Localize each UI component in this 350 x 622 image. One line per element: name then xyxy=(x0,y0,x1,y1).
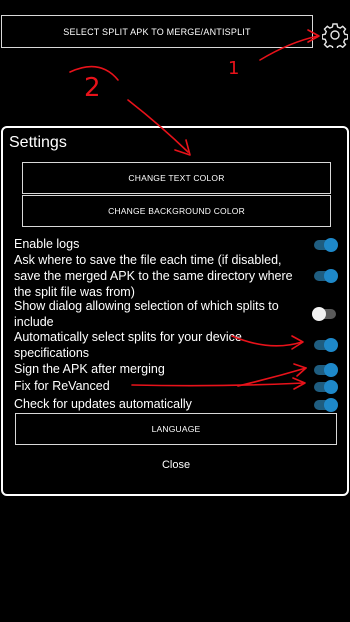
setting-enable-logs[interactable]: Enable logs xyxy=(14,236,344,252)
change-text-color-button[interactable]: CHANGE TEXT COLOR xyxy=(22,162,331,194)
dialog-title: Settings xyxy=(9,134,67,151)
toggle-switch[interactable] xyxy=(312,307,336,321)
toggle-switch[interactable] xyxy=(314,338,338,352)
toggle-switch[interactable] xyxy=(314,380,338,394)
annotation-stroke xyxy=(69,65,119,81)
change-background-color-button[interactable]: CHANGE BACKGROUND COLOR xyxy=(22,195,331,227)
annotation-label-2: 2 xyxy=(84,73,101,103)
setting-label: Fix for ReVanced xyxy=(14,379,110,393)
setting-sign-apk[interactable]: Sign the APK after merging xyxy=(14,361,344,377)
setting-label: Check for updates automatically xyxy=(14,397,192,411)
toggle-switch[interactable] xyxy=(314,269,338,283)
setting-fix-revanced[interactable]: Fix for ReVanced xyxy=(14,378,344,394)
language-button[interactable]: LANGUAGE xyxy=(15,413,337,445)
annotation-label-1: 1 xyxy=(228,58,239,79)
setting-check-updates[interactable]: Check for updates automatically xyxy=(14,396,344,412)
toggle-switch[interactable] xyxy=(314,398,338,412)
setting-show-split-dialog[interactable]: Show dialog allowing selection of which … xyxy=(14,298,344,330)
settings-dialog: Settings CHANGE TEXT COLOR CHANGE BACKGR… xyxy=(1,126,349,496)
setting-label: Automatically select splits for your dev… xyxy=(14,330,242,360)
toggle-switch[interactable] xyxy=(314,363,338,377)
setting-label: Sign the APK after merging xyxy=(14,362,165,376)
setting-label: Enable logs xyxy=(14,237,80,251)
setting-label: Show dialog allowing selection of which … xyxy=(14,299,279,329)
setting-label: Ask where to save the file each time (if… xyxy=(14,253,293,299)
close-button[interactable]: Close xyxy=(143,456,209,474)
select-split-apk-button[interactable]: SELECT SPLIT APK TO MERGE/ANTISPLIT xyxy=(1,15,313,48)
gear-icon[interactable] xyxy=(322,22,348,48)
setting-auto-select-splits[interactable]: Automatically select splits for your dev… xyxy=(14,329,344,361)
setting-ask-where-to-save[interactable]: Ask where to save the file each time (if… xyxy=(14,252,344,300)
toggle-switch[interactable] xyxy=(314,238,338,252)
